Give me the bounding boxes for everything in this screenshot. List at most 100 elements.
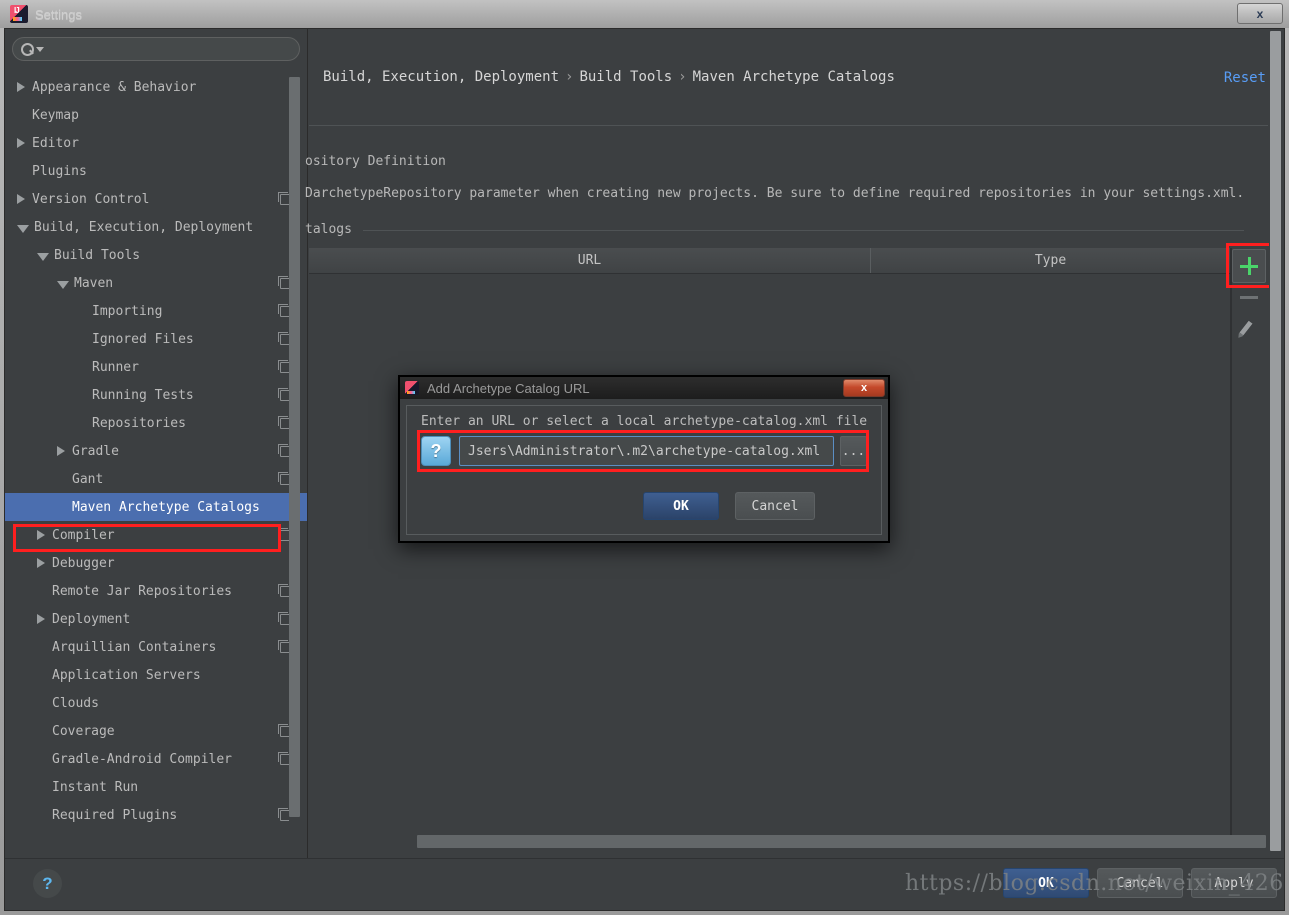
dialog-cancel-button[interactable]: Cancel [735, 492, 815, 520]
sidebar-item-label: Plugins [32, 163, 87, 179]
browse-button[interactable]: ... [840, 436, 867, 466]
sidebar-item-repositories[interactable]: Repositories [5, 409, 307, 437]
sidebar-search-wrap [5, 29, 307, 67]
sidebar-item-running-tests[interactable]: Running Tests [5, 381, 307, 409]
sidebar-item-clouds[interactable]: Clouds [5, 689, 307, 717]
sidebar-item-label: Remote Jar Repositories [52, 583, 233, 599]
dialog-instruction-label: Enter an URL or select a local archetype… [421, 414, 868, 429]
dialog-ok-button[interactable]: OK [643, 492, 719, 520]
column-header-type[interactable]: Type [871, 248, 1230, 273]
minus-icon[interactable] [1240, 296, 1258, 299]
chevron-down-icon[interactable] [37, 252, 49, 261]
sidebar-item-maven[interactable]: Maven [5, 269, 307, 297]
catalogs-group-label: talogs [305, 222, 352, 237]
sidebar-item-label: Clouds [52, 695, 99, 711]
sidebar-item-arquillian-containers[interactable]: Arquillian Containers [5, 633, 307, 661]
dialog-titlebar: Add Archetype Catalog URL x [400, 377, 888, 399]
breadcrumb: Build, Execution, Deployment › Build Tools… [323, 69, 895, 85]
sidebar-item-label: Deployment [52, 611, 131, 627]
catalogs-table-body[interactable] [309, 274, 1230, 834]
chevron-right-icon[interactable] [37, 558, 45, 568]
chevron-down-icon[interactable] [36, 46, 44, 52]
dialog-title: Add Archetype Catalog URL [427, 380, 590, 396]
sidebar-item-label: Ignored Files [92, 331, 194, 347]
chevron-right-icon[interactable] [17, 138, 25, 148]
sidebar-item-ignored-files[interactable]: Ignored Files [5, 325, 307, 353]
sidebar-item-build-tools[interactable]: Build Tools [5, 241, 307, 269]
sidebar-scrollbar-thumb[interactable] [289, 77, 300, 817]
reset-link[interactable]: Reset [1224, 70, 1266, 86]
sidebar-item-instant-run[interactable]: Instant Run [5, 773, 307, 801]
sidebar-item-required-plugins[interactable]: Required Plugins [5, 801, 307, 829]
sidebar-item-label: Maven Archetype Catalogs [72, 499, 260, 515]
sidebar-item-label: Gradle-Android Compiler [52, 751, 233, 767]
sidebar-item-keymap[interactable]: Keymap [5, 101, 307, 129]
intellij-idea-icon [10, 5, 28, 23]
sidebar-item-coverage[interactable]: Coverage [5, 717, 307, 745]
intellij-idea-icon [405, 381, 419, 395]
sidebar-item-label: Compiler [52, 527, 115, 543]
content-hscrollbar-thumb[interactable] [417, 835, 1266, 848]
sidebar-item-debugger[interactable]: Debugger [5, 549, 307, 577]
chevron-right-icon[interactable] [37, 530, 45, 540]
column-header-url[interactable]: URL [309, 248, 871, 273]
sidebar-item-label: Required Plugins [52, 807, 178, 823]
chevron-right-icon[interactable] [17, 82, 25, 92]
sidebar-item-label: Keymap [32, 107, 79, 123]
dialog-body: Enter an URL or select a local archetype… [406, 405, 882, 535]
sidebar-item-label: Running Tests [92, 387, 194, 403]
sidebar-item-label: Maven [74, 275, 114, 291]
content-vscrollbar[interactable] [1269, 29, 1282, 859]
dialog-field-row: ? ... [421, 434, 867, 468]
sidebar-item-importing[interactable]: Importing [5, 297, 307, 325]
window-title: Settings [35, 6, 82, 22]
sidebar-item-label: Appearance & Behavior [32, 79, 197, 95]
repository-definition-title: ository Definition [305, 154, 446, 169]
sidebar-item-label: Version Control [32, 191, 150, 207]
sidebar-item-plugins[interactable]: Plugins [5, 157, 307, 185]
sidebar-item-label: Instant Run [52, 779, 139, 795]
sidebar-item-compiler[interactable]: Compiler [5, 521, 307, 549]
catalogs-table: URL Type [309, 248, 1231, 848]
sidebar-item-label: Repositories [92, 415, 186, 431]
sidebar-item-runner[interactable]: Runner [5, 353, 307, 381]
pencil-icon[interactable] [1236, 321, 1252, 340]
desktop-root: Settings x Appearance & Behavior Keymap Ed… [0, 0, 1289, 915]
breadcrumb-part-1[interactable]: Build, Execution, Deployment [323, 69, 559, 85]
sidebar-item-label: Runner [92, 359, 139, 375]
chevron-down-icon[interactable] [57, 280, 69, 289]
add-archetype-catalog-dialog: Add Archetype Catalog URL x Enter an URL… [398, 375, 890, 543]
search-input[interactable] [44, 42, 299, 56]
sidebar-item-build-execution-deployment[interactable]: Build, Execution, Deployment [5, 213, 307, 241]
sidebar-item-gant[interactable]: Gant [5, 465, 307, 493]
sidebar-item-version-control[interactable]: Version Control [5, 185, 307, 213]
catalogs-group-rule [363, 230, 1244, 231]
sidebar-item-gradle[interactable]: Gradle [5, 437, 307, 465]
search-icon [21, 42, 34, 56]
chevron-right-icon[interactable] [37, 614, 45, 624]
sidebar-item-editor[interactable]: Editor [5, 129, 307, 157]
catalogs-toolbar [1226, 243, 1272, 368]
sidebar-item-application-servers[interactable]: Application Servers [5, 661, 307, 689]
content-divider [309, 125, 1268, 126]
chevron-right-icon[interactable] [17, 194, 25, 204]
sidebar-item-appearance-behavior[interactable]: Appearance & Behavior [5, 73, 307, 101]
dialog-close-button[interactable]: x [843, 379, 885, 397]
window-close-button[interactable]: x [1237, 3, 1283, 24]
sidebar-item-label: Coverage [52, 723, 115, 739]
watermark: https://blog.csdn.net/weixin_42604515 [905, 871, 1284, 896]
breadcrumb-part-3[interactable]: Maven Archetype Catalogs [693, 69, 895, 85]
chevron-right-icon[interactable] [57, 446, 65, 456]
breadcrumb-part-2[interactable]: Build Tools [579, 69, 672, 85]
sidebar-item-label: Build Tools [54, 247, 141, 263]
help-button[interactable]: ? [33, 869, 62, 898]
search-box[interactable] [12, 37, 300, 61]
catalog-url-input[interactable] [459, 436, 834, 466]
breadcrumb-separator-2: › [678, 69, 687, 85]
sidebar-item-label: Arquillian Containers [52, 639, 217, 655]
sidebar-item-deployment[interactable]: Deployment [5, 605, 307, 633]
chevron-down-icon[interactable] [17, 224, 29, 233]
sidebar-item-remote-jar-repositories[interactable]: Remote Jar Repositories [5, 577, 307, 605]
sidebar-item-gradle-android-compiler[interactable]: Gradle-Android Compiler [5, 745, 307, 773]
sidebar-item-maven-archetype-catalogs[interactable]: Maven Archetype Catalogs [5, 493, 307, 521]
